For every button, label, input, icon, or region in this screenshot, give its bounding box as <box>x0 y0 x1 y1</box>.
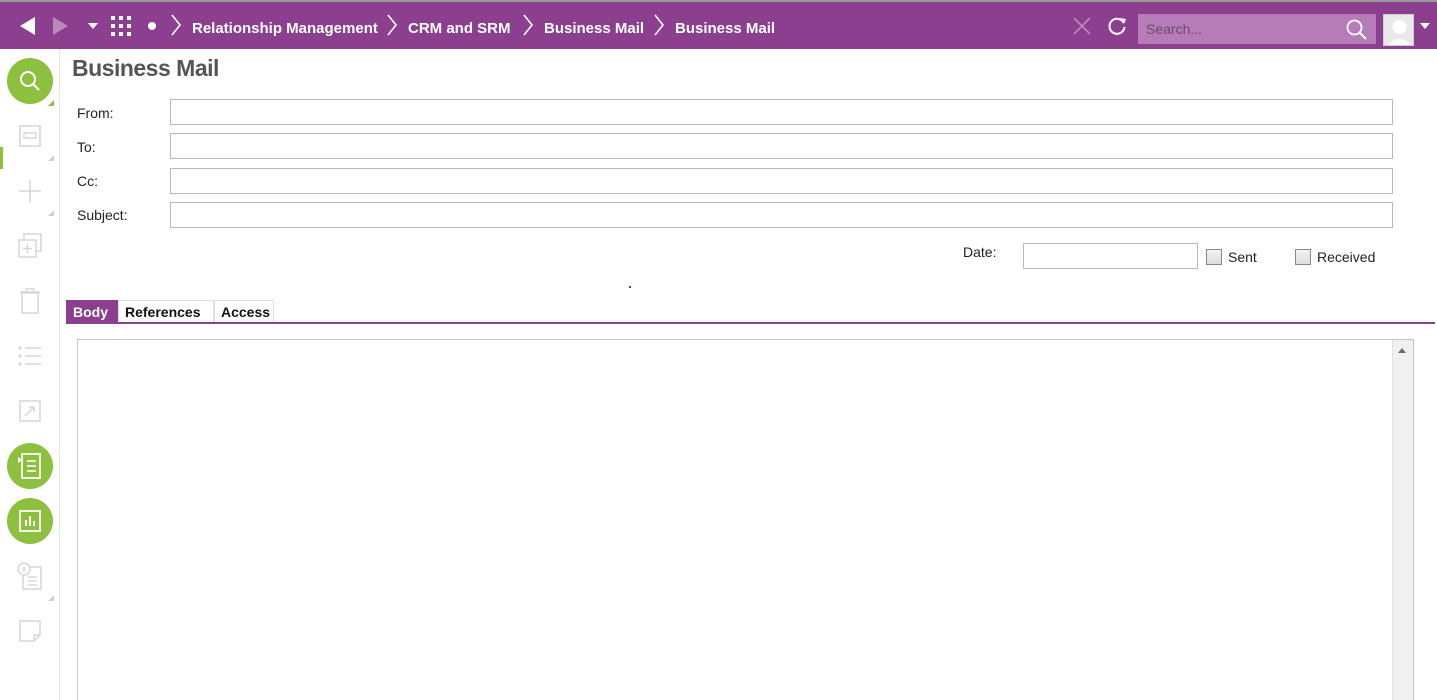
chevron-down-icon <box>88 22 98 29</box>
action-sidebar <box>0 49 60 700</box>
breadcrumb-separator-icon <box>387 14 398 36</box>
forward-arrow-icon <box>53 16 68 35</box>
cc-field[interactable] <box>170 168 1393 194</box>
trash-icon <box>20 288 40 314</box>
new-action-button[interactable] <box>7 168 53 214</box>
forward-button[interactable] <box>46 2 76 49</box>
submenu-indicator <box>48 210 54 216</box>
close-icon <box>1073 16 1091 35</box>
breadcrumb-item[interactable]: CRM and SRM <box>408 20 511 37</box>
breadcrumb-item-current[interactable]: Business Mail <box>675 20 775 37</box>
history-dropdown-button[interactable] <box>84 2 102 49</box>
report-chart-icon <box>19 510 41 532</box>
search-icon <box>20 71 40 91</box>
breadcrumb-separator-icon <box>523 14 534 36</box>
body-text-area[interactable] <box>77 339 1414 700</box>
search-input[interactable] <box>1138 14 1338 44</box>
user-icon <box>1387 20 1412 45</box>
submenu-indicator <box>48 595 54 601</box>
scroll-up-arrow-icon[interactable] <box>1398 348 1406 353</box>
duplicate-icon <box>18 233 42 258</box>
date-field[interactable] <box>1023 243 1198 269</box>
save-action-button[interactable] <box>7 113 53 159</box>
tab-access[interactable]: Access <box>214 300 274 322</box>
breadcrumb-separator-icon <box>171 14 182 36</box>
submenu-indicator <box>48 155 54 161</box>
dot-icon <box>148 21 156 30</box>
search-box <box>1138 14 1376 44</box>
list-action-button[interactable] <box>7 333 53 379</box>
breadcrumb-item[interactable]: Business Mail <box>544 20 644 37</box>
vertical-scrollbar[interactable] <box>1392 340 1413 700</box>
date-label: Date: <box>963 244 997 260</box>
breadcrumb-item[interactable]: Relationship Management <box>192 20 378 37</box>
search-icon <box>1346 19 1367 40</box>
refresh-icon <box>1108 17 1126 35</box>
from-label: From: <box>77 105 114 121</box>
marker-dot <box>629 286 631 288</box>
refresh-button[interactable] <box>1104 2 1130 49</box>
user-menu-dropdown[interactable] <box>1417 2 1433 49</box>
back-arrow-icon <box>20 16 35 35</box>
search-button[interactable] <box>1346 19 1367 45</box>
duplicate-action-button[interactable] <box>7 223 53 269</box>
breadcrumb-separator-icon <box>654 14 665 36</box>
to-field[interactable] <box>170 133 1393 159</box>
home-dot-button[interactable] <box>144 2 160 49</box>
info-action-button[interactable] <box>7 553 53 599</box>
note-icon <box>19 620 41 642</box>
active-indicator <box>0 147 3 169</box>
subject-field[interactable] <box>170 202 1393 228</box>
received-checkbox[interactable] <box>1295 249 1311 265</box>
from-field[interactable] <box>170 99 1393 125</box>
open-action-button[interactable] <box>7 388 53 434</box>
back-button[interactable] <box>12 2 42 49</box>
sent-checkbox[interactable] <box>1206 249 1222 265</box>
report-action-button[interactable] <box>7 498 53 544</box>
received-label: Received <box>1317 249 1376 265</box>
search-action-button[interactable] <box>7 58 53 104</box>
save-icon <box>19 125 41 147</box>
submenu-indicator <box>48 100 54 106</box>
tab-underline <box>66 322 1435 324</box>
document-list-action-button[interactable] <box>7 443 53 489</box>
cc-label: Cc: <box>77 173 98 189</box>
app-menu-button[interactable] <box>108 2 134 49</box>
delete-action-button[interactable] <box>7 278 53 324</box>
note-action-button[interactable] <box>7 608 53 654</box>
avatar[interactable] <box>1383 14 1414 46</box>
to-label: To: <box>77 139 96 155</box>
open-external-icon <box>19 400 41 422</box>
info-document-icon <box>17 562 42 590</box>
subject-label: Subject: <box>77 207 128 223</box>
close-button[interactable] <box>1070 2 1094 49</box>
list-icon <box>18 346 41 366</box>
tab-references[interactable]: References <box>118 300 214 322</box>
page-title: Business Mail <box>72 55 219 81</box>
chevron-down-icon <box>1420 22 1430 29</box>
plus-icon <box>19 180 41 202</box>
sent-label: Sent <box>1228 249 1257 265</box>
grid-menu-icon <box>111 15 131 36</box>
top-navigation-bar: Relationship Management CRM and SRM Busi… <box>0 0 1437 49</box>
document-list-icon <box>18 453 41 479</box>
tab-body[interactable]: Body <box>66 300 118 322</box>
